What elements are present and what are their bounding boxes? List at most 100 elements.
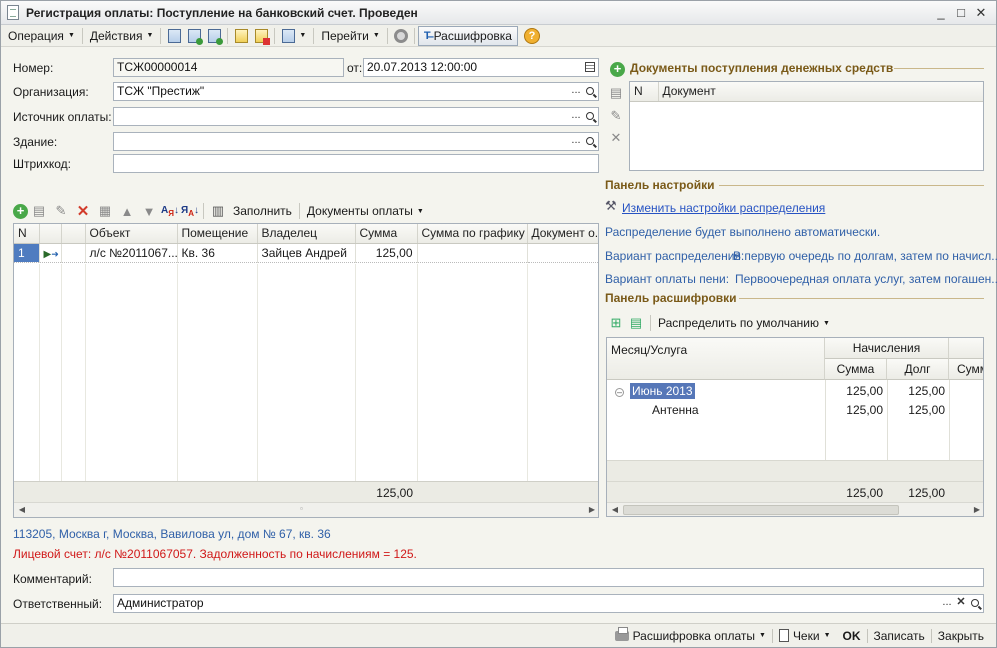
tree-row[interactable]: Антенна 125,00 125,00 <box>607 400 983 419</box>
open-button[interactable] <box>583 108 597 125</box>
collapse-node-icon[interactable]: – <box>615 388 624 397</box>
chevron-down-icon: ▼ <box>67 32 75 39</box>
close-window-button[interactable]: ✕ <box>972 4 990 22</box>
reread-button[interactable] <box>184 26 204 46</box>
post-document-button[interactable] <box>164 26 184 46</box>
copy-button[interactable] <box>204 26 224 46</box>
decode-toggle-button[interactable]: Т̶ Расшифровка <box>417 25 518 46</box>
fill-button[interactable]: Заполнить <box>229 201 296 221</box>
move-down-icon[interactable]: ▼ <box>138 204 160 219</box>
actions-menu[interactable]: Действия ▼ <box>86 26 158 46</box>
distribution-variant-label: Вариант распределения: <box>605 249 745 263</box>
column-header-sum[interactable]: Сумма <box>825 359 887 380</box>
copy-document-icon[interactable]: ▤ <box>605 85 627 101</box>
maximize-button[interactable]: □ <box>952 4 970 22</box>
edit-row-icon[interactable]: ✎ <box>50 203 72 219</box>
payment-source-field[interactable]: ... <box>113 107 599 126</box>
sort-desc-icon[interactable]: ЯА↓ <box>180 205 200 218</box>
column-header-n[interactable]: N <box>630 82 659 102</box>
unpost-icon <box>254 28 270 45</box>
open-button[interactable] <box>583 83 597 100</box>
document-icon <box>7 5 19 20</box>
delete-icon[interactable]: ✕ <box>605 130 627 146</box>
barcode-field[interactable] <box>113 154 599 173</box>
distribution-variant-value[interactable]: В первую очередь по долгам, затем по нач… <box>733 249 997 263</box>
select-button[interactable]: ... <box>940 595 954 612</box>
decode-payment-menu[interactable]: Расшифровка оплаты ▼ <box>609 626 772 643</box>
scroll-left-icon[interactable]: ◀ <box>14 503 30 517</box>
create-based-on-icon <box>282 28 296 43</box>
change-distribution-settings-link[interactable]: Изменить настройки распределения <box>622 201 825 215</box>
scroll-right-icon[interactable]: ▶ <box>969 503 983 516</box>
column-header-document[interactable]: Документ о... <box>527 224 598 244</box>
close-button[interactable]: Закрыть <box>932 629 990 643</box>
number-field[interactable]: ТСЖ00000014 <box>113 58 344 77</box>
delete-row-icon[interactable]: ✕ <box>72 202 94 220</box>
decode-panel-title: Панель расшифровки <box>605 291 737 305</box>
based-on-menu[interactable]: ▼ <box>278 26 310 46</box>
receipts-menu[interactable]: Чеки ▼ <box>773 629 837 643</box>
decode-horizontal-scrollbar[interactable]: ◀ ▶ <box>607 502 983 516</box>
date-field[interactable]: 20.07.2013 12:00:00 <box>363 58 599 77</box>
column-header-owner[interactable]: Владелец <box>257 224 356 244</box>
column-header-status[interactable] <box>39 224 62 244</box>
column-header-flag[interactable] <box>61 224 86 244</box>
table-row[interactable]: 1 ▶➜ л/с №2011067... Кв. 36 Зайцев Андре… <box>14 243 598 263</box>
copy-row-icon[interactable]: ▤ <box>28 203 50 219</box>
fill-icon[interactable]: ▥ <box>207 203 229 219</box>
scroll-thumb[interactable] <box>623 505 899 515</box>
edit-pencil-icon[interactable]: ✎ <box>605 108 627 124</box>
receipt-icon <box>778 629 789 642</box>
select-button[interactable]: ... <box>569 83 583 100</box>
column-header-room[interactable]: Помещение <box>177 224 258 244</box>
responsible-field[interactable]: Администратор ... ✕ <box>113 594 984 613</box>
row-owner: Зайцев Андрей <box>257 243 356 263</box>
column-header-debt[interactable]: Долг <box>887 359 949 380</box>
add-document-button[interactable]: + <box>610 62 625 77</box>
select-button[interactable]: ... <box>569 108 583 125</box>
help-button[interactable]: ? <box>523 27 540 44</box>
sort-asc-icon[interactable]: АЯ↓ <box>160 205 180 218</box>
move-up-icon[interactable]: ▲ <box>116 204 138 219</box>
column-header-sum-schedule[interactable]: Сумма по графику <box>417 224 528 244</box>
post-button[interactable] <box>231 26 251 46</box>
column-header-sum[interactable]: Сумма <box>355 224 418 244</box>
comment-field[interactable] <box>113 568 984 587</box>
gear-icon <box>393 28 408 43</box>
tree-row[interactable]: – Июнь 2013 125,00 125,00 <box>607 381 983 400</box>
column-header-document[interactable]: Документ <box>658 82 983 102</box>
clear-button[interactable]: ✕ <box>954 595 968 612</box>
expand-all-icon[interactable]: ⊞ <box>607 315 625 331</box>
calendar-button[interactable] <box>583 59 597 76</box>
unpost-button[interactable] <box>251 26 271 46</box>
building-field[interactable]: ... <box>113 132 599 151</box>
scroll-right-icon[interactable]: ▶ <box>584 503 598 517</box>
table-total-sum: 125,00 <box>376 486 413 500</box>
payment-documents-menu[interactable]: Документы оплаты ▼ <box>303 201 428 221</box>
column-header-accruals[interactable]: Начисления <box>825 338 949 359</box>
organization-field[interactable]: ТСЖ "Престиж" ... <box>113 82 599 101</box>
scroll-left-icon[interactable]: ◀ <box>607 503 623 516</box>
minimize-button[interactable]: _ <box>932 4 950 22</box>
column-header-month-service[interactable]: Месяц/Услуга <box>607 338 825 380</box>
settings-button[interactable] <box>391 26 411 46</box>
open-button[interactable] <box>968 595 982 612</box>
goto-menu[interactable]: Перейти ▼ <box>317 26 384 46</box>
table-toolbar: + ▤ ✎ ✕ ▦ ▲ ▼ АЯ↓ ЯА↓ ▥ Заполнить Докуме… <box>13 201 428 221</box>
save-button[interactable]: Записать <box>868 629 931 643</box>
ok-button[interactable]: OK <box>837 629 867 643</box>
scroll-grip-icon: ▫ <box>300 504 303 513</box>
distribute-default-menu[interactable]: Распределить по умолчанию ▼ <box>654 313 834 333</box>
column-header-object[interactable]: Объект <box>85 224 178 244</box>
open-button[interactable] <box>583 133 597 150</box>
operation-menu[interactable]: Операция ▼ <box>4 26 79 46</box>
penalty-variant-value[interactable]: Первоочередная оплата услуг, затем погаш… <box>735 272 997 286</box>
add-row-button[interactable]: + <box>13 203 28 219</box>
table-horizontal-scrollbar[interactable]: ◀ ▫ ▶ <box>14 502 598 517</box>
end-edit-icon[interactable]: ▦ <box>94 203 116 219</box>
collapse-all-icon[interactable]: ▤ <box>625 315 647 331</box>
chevron-down-icon: ▼ <box>416 207 424 215</box>
column-header-n[interactable]: N <box>14 224 40 244</box>
column-header-sum-2[interactable]: Сумм <box>949 359 983 380</box>
select-button[interactable]: ... <box>569 133 583 150</box>
